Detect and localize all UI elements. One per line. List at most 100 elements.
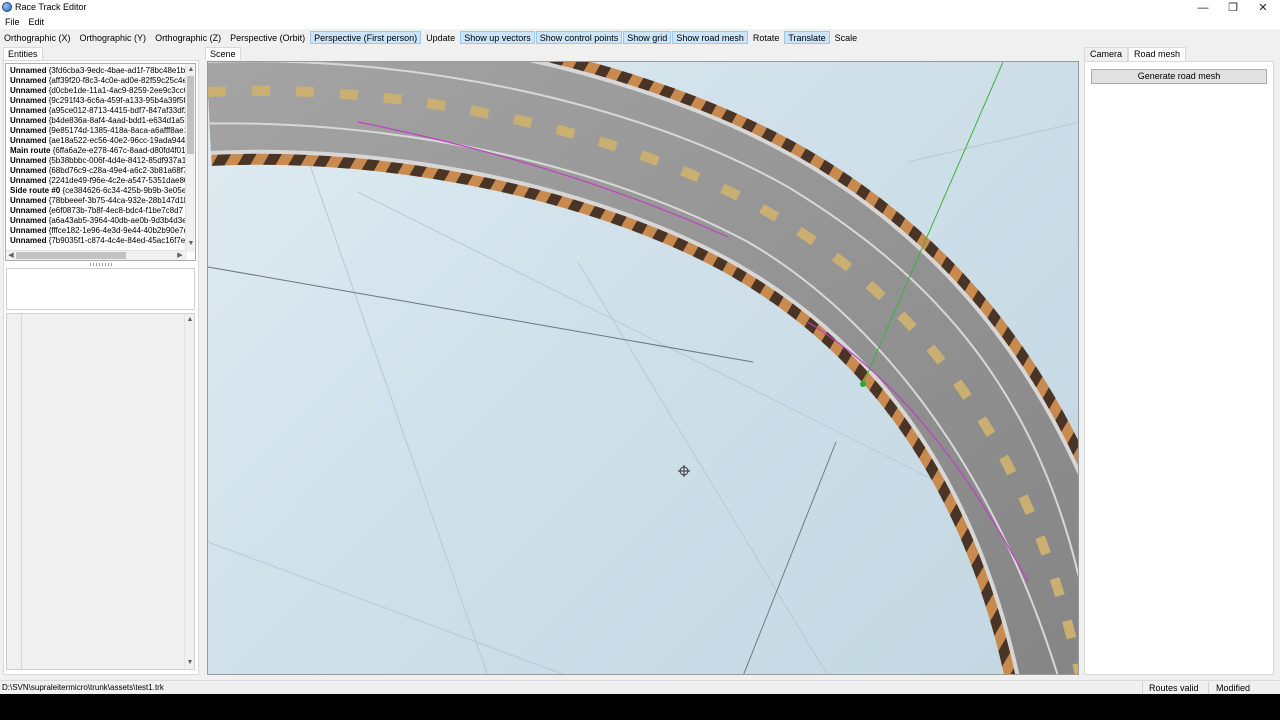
status-bar: D:\SVN\supraleitermicro\trunk\assets\tes… <box>0 680 1280 694</box>
list-item[interactable]: Unnamed {aff39f20-f8c3-4c0e-ad0e-82f59c2… <box>10 76 186 86</box>
title-bar: Race Track Editor — ❐ ✕ <box>0 0 1280 15</box>
status-separator <box>1208 682 1209 694</box>
entity-name: Unnamed <box>10 226 47 235</box>
scroll-right-arrow-icon[interactable]: ▶ <box>175 252 185 260</box>
entity-id: {9e85174d-1385-418a-8aca-a6afff8ae1 <box>48 126 186 135</box>
move-cursor-icon <box>678 465 690 477</box>
entity-name: Unnamed <box>10 136 47 145</box>
scroll-up-arrow-icon[interactable]: ▲ <box>185 316 195 324</box>
tab-entities[interactable]: Entities <box>3 47 43 60</box>
entities-vertical-scrollbar[interactable]: ▲ ▼ <box>185 64 195 252</box>
list-item[interactable]: Unnamed {a6a43ab5-3964-40db-ae0b-9d3b4d3… <box>10 216 186 226</box>
list-item[interactable]: Unnamed {a95ce012-8713-4415-bdf7-847af33… <box>10 106 186 116</box>
entity-name: Unnamed <box>10 166 47 175</box>
entity-id: {9c291f43-6c6a-459f-a133-95b4a39f5f <box>48 96 186 105</box>
entity-id: {ae18a522-ec56-40e2-96cc-19ada9442 <box>48 136 186 145</box>
toolbar-button-orthographic-x[interactable]: Orthographic (X) <box>0 31 75 44</box>
entity-name: Unnamed <box>10 216 47 225</box>
list-item[interactable]: Side route #0 {ce384626-6c34-425b-9b9b-3… <box>10 186 186 196</box>
entity-id: {5b38bbbc-006f-4d4e-8412-85df937a1 <box>48 156 186 165</box>
app-window: Race Track Editor — ❐ ✕ File Edit Orthog… <box>0 0 1280 694</box>
tab-road-mesh[interactable]: Road mesh <box>1128 47 1187 61</box>
list-item[interactable]: Unnamed {3fd6cba3-9edc-4bae-ad1f-78bc48e… <box>10 66 186 76</box>
entity-name: Unnamed <box>10 106 47 115</box>
list-item[interactable]: Unnamed {2241de49-f96e-4c2e-a547-5351dae… <box>10 176 186 186</box>
entities-list[interactable]: Unnamed {7b9035f1-c874-4c4e-84ed-45ac16f… <box>5 63 196 261</box>
toolbar-button-show-grid[interactable]: Show grid <box>623 30 672 44</box>
toolbar: Orthographic (X) Orthographic (Y) Orthogra… <box>0 30 1280 44</box>
entity-name: Unnamed <box>10 206 47 215</box>
list-item[interactable]: Unnamed {78bbeeef-3b75-44ca-932e-28b147d… <box>10 196 186 206</box>
list-item[interactable]: Unnamed {5b38bbbc-006f-4d4e-8412-85df937… <box>10 156 186 166</box>
menu-edit[interactable]: Edit <box>24 15 49 29</box>
entity-name: Main route <box>10 146 51 155</box>
toolbar-button-scale[interactable]: Scale <box>831 31 862 44</box>
entity-id: {aff39f20-f8c3-4c0e-ad0e-82f59c25c4e <box>48 76 186 85</box>
scroll-up-arrow-icon[interactable]: ▲ <box>186 66 195 74</box>
restore-button[interactable]: ❐ <box>1218 0 1248 15</box>
entity-name: Unnamed <box>10 86 47 95</box>
tab-scene[interactable]: Scene <box>205 47 241 60</box>
road-surface <box>208 62 1078 674</box>
entity-id: {68bd76c9-c28a-49e4-a6c2-3b81a68f7 <box>48 166 186 175</box>
scroll-down-arrow-icon[interactable]: ▼ <box>186 240 195 248</box>
toolbar-button-show-up-vectors[interactable]: Show up vectors <box>460 30 535 44</box>
toolbar-button-translate[interactable]: Translate <box>784 30 830 44</box>
entity-id: {a6a43ab5-3964-40db-ae0b-9d3b4d3e <box>48 216 186 225</box>
toolbar-button-perspective-first-person[interactable]: Perspective (First person) <box>310 30 422 44</box>
entity-name: Side route #0 <box>10 186 61 195</box>
axis-line <box>208 266 754 363</box>
generate-road-mesh-button[interactable]: Generate road mesh <box>1091 69 1267 84</box>
road-mesh-panel: Generate road mesh <box>1084 61 1274 675</box>
properties-scrollbar[interactable]: ▲ ▼ <box>184 314 194 669</box>
toolbar-button-perspective-orbit[interactable]: Perspective (Orbit) <box>226 31 309 44</box>
menu-file[interactable]: File <box>0 15 24 29</box>
scene-3d-render <box>208 62 1078 674</box>
entity-name: Unnamed <box>10 96 47 105</box>
horizontal-scroll-thumb[interactable] <box>16 252 126 259</box>
status-modified: Modified <box>1216 683 1251 693</box>
list-item[interactable]: Unnamed {9e85174d-1385-418a-8aca-a6afff8… <box>10 126 186 136</box>
menu-bar: File Edit <box>0 15 1280 29</box>
toolbar-button-update[interactable]: Update <box>422 31 459 44</box>
toolbar-button-rotate[interactable]: Rotate <box>749 31 784 44</box>
properties-box <box>6 268 195 310</box>
list-item[interactable]: Unnamed {ae18a522-ec56-40e2-96cc-19ada94… <box>10 136 186 146</box>
list-item[interactable]: Unnamed {68bd76c9-c28a-49e4-a6c2-3b81a68… <box>10 166 186 176</box>
list-item[interactable]: Unnamed {7b9035f1-c874-4c4e-84ed-45ac16f… <box>10 236 186 246</box>
status-file-path: D:\SVN\supraleitermicro\trunk\assets\tes… <box>2 683 164 692</box>
scroll-thumb[interactable] <box>187 76 194 154</box>
entities-horizontal-scrollbar[interactable]: ◀ ▶ <box>6 250 187 260</box>
list-item[interactable]: Main route {6ffa6a2e-e278-467c-8aad-d80f… <box>10 146 186 156</box>
list-item[interactable]: Unnamed {9c291f43-6c6a-459f-a133-95b4a39… <box>10 96 186 106</box>
toolbar-button-show-road-mesh[interactable]: Show road mesh <box>672 30 748 44</box>
minimize-button[interactable]: — <box>1188 0 1218 15</box>
list-item[interactable]: Unnamed {fffce182-1e96-4e3d-9e44-40b2b90… <box>10 226 186 236</box>
close-button[interactable]: ✕ <box>1248 0 1278 15</box>
toolbar-button-show-control-points[interactable]: Show control points <box>535 30 623 44</box>
panel-splitter-handle[interactable] <box>90 263 112 266</box>
scene-viewport[interactable] <box>207 61 1079 675</box>
tab-camera[interactable]: Camera <box>1084 47 1129 61</box>
entity-id: {ce384626-6c34-425b-9b9b-3e05ef <box>62 186 186 195</box>
list-item[interactable]: Unnamed {e6f0873b-7b8f-4ec8-bdc4-f1be7c8… <box>10 206 186 216</box>
entity-id: {a95ce012-8713-4415-bdf7-847af33df2 <box>48 106 186 115</box>
entity-name: Unnamed <box>10 126 47 135</box>
status-routes: Routes valid <box>1149 683 1199 693</box>
scroll-left-arrow-icon[interactable]: ◀ <box>6 252 16 260</box>
properties-table[interactable]: ▲ ▼ <box>6 313 195 670</box>
toolbar-button-orthographic-y[interactable]: Orthographic (Y) <box>76 31 151 44</box>
entity-name: Unnamed <box>10 176 47 185</box>
list-item[interactable]: Unnamed {d0cbe1de-11a1-4ac9-8259-2ee9c3c… <box>10 86 186 96</box>
entity-id: {6ffa6a2e-e278-467c-8aad-d80fd4f01 <box>52 146 186 155</box>
list-item[interactable]: Unnamed {b4de836a-8af4-4aad-bdd1-e634d1a… <box>10 116 186 126</box>
entity-id: {e6f0873b-7b8f-4ec8-bdc4-f1be7c8d7 <box>48 206 184 215</box>
window-title: Race Track Editor <box>15 2 87 12</box>
scroll-down-arrow-icon[interactable]: ▼ <box>185 659 195 667</box>
toolbar-button-orthographic-z[interactable]: Orthographic (Z) <box>151 31 225 44</box>
control-point[interactable] <box>860 381 866 387</box>
right-tab-bar: Camera Road mesh <box>1084 47 1187 61</box>
entity-id: {2241de49-f96e-4c2e-a547-5351dae80 <box>48 176 186 185</box>
app-icon <box>2 2 12 12</box>
entity-id: {7b9035f1-c874-4c4e-84ed-45ac16f7e0 <box>48 236 186 245</box>
